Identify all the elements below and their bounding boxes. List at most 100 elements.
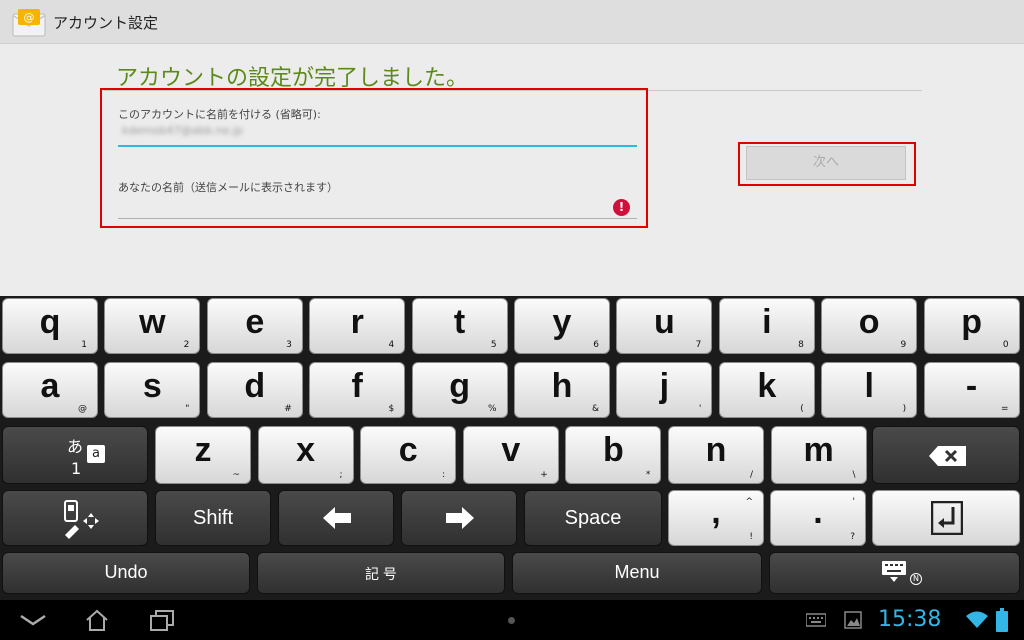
key-sub-label: @ (78, 404, 87, 414)
enter-key[interactable] (872, 490, 1020, 546)
account-setup-panel: アカウントの設定が完了しました。 このアカウントに名前を付ける (省略可): k… (0, 44, 1024, 296)
key-q[interactable]: q1 (2, 298, 98, 354)
undo-key[interactable]: Undo (2, 552, 250, 594)
arrow-left-icon (323, 507, 351, 529)
clock: 15:38 (878, 607, 942, 632)
next-highlight-box (738, 142, 916, 186)
key-r[interactable]: r4 (309, 298, 406, 354)
key-sub-label: / (749, 470, 753, 480)
period-sub: ? (850, 532, 855, 542)
phone-cursor-icon (64, 500, 99, 539)
key-sub-label: # (284, 404, 292, 414)
ime-badge: N (910, 573, 922, 585)
key-main-label: f (351, 367, 363, 405)
mode-kana: あ (67, 437, 84, 456)
key-i[interactable]: i8 (718, 298, 815, 354)
form-highlight-box (100, 88, 648, 228)
recent-apps-icon[interactable] (150, 609, 174, 631)
image-icon (844, 611, 862, 629)
backspace-key[interactable] (872, 426, 1020, 484)
key-sub-label: ' (698, 404, 702, 414)
shift-key[interactable]: Shift (155, 490, 271, 546)
key-sub-label: 9 (900, 340, 907, 350)
key-x[interactable]: x; (257, 426, 354, 484)
system-nav-bar: 15:38 (0, 600, 1024, 640)
comma-key[interactable]: , ^ ! (668, 490, 764, 546)
undo-label: Undo (104, 562, 148, 582)
key-main-label: e (245, 303, 265, 341)
key-main-label: z (194, 431, 212, 469)
battery-icon (996, 608, 1008, 632)
mode-alpha: a (87, 445, 105, 463)
wifi-icon (966, 611, 988, 628)
home-icon[interactable] (86, 609, 108, 631)
key-o[interactable]: o9 (821, 298, 918, 354)
key-j[interactable]: j ' (616, 362, 713, 418)
key-m[interactable]: m \ (770, 426, 867, 484)
key-sub-label: % (488, 404, 497, 414)
key-main-label: u (654, 303, 675, 341)
key-n[interactable]: n / (668, 426, 764, 484)
key-main-label: w (139, 303, 166, 341)
email-app-icon[interactable]: @ (12, 8, 46, 38)
key-f[interactable]: f $ (309, 362, 406, 418)
key-v[interactable]: v + (462, 426, 559, 484)
backspace-icon (929, 446, 966, 466)
key-hyphen[interactable]: - = (923, 362, 1020, 418)
key-c[interactable]: c: (360, 426, 457, 484)
key-h[interactable]: h & (514, 362, 610, 418)
key-main-label: a (40, 367, 60, 405)
svg-text:@: @ (24, 11, 35, 24)
key-k[interactable]: k( (718, 362, 815, 418)
arrow-right-icon (446, 507, 474, 529)
key-sub-label: ~ (232, 470, 240, 480)
key-sub-label: ) (902, 404, 907, 414)
key-t[interactable]: t5 (411, 298, 508, 354)
symbols-key[interactable]: 記 号 (257, 552, 505, 594)
period-top: ' (852, 497, 855, 507)
keyboard-icon (882, 561, 906, 582)
back-icon[interactable] (20, 614, 46, 626)
cursor-right-key[interactable] (401, 490, 517, 546)
key-sub-label: 0 (1002, 340, 1009, 350)
key-sub-label: $ (388, 404, 395, 414)
key-sub-label: \ (852, 470, 856, 480)
key-e[interactable]: e3 (206, 298, 303, 354)
key-sub-label: = (1001, 404, 1009, 414)
comma-top: ^ (745, 497, 753, 507)
input-mode-key[interactable]: あ 1 a (2, 426, 148, 484)
title-bar: @ アカウント設定 (0, 0, 1024, 44)
key-main-label: n (705, 431, 727, 469)
key-s[interactable]: s " (104, 362, 201, 418)
key-z[interactable]: z ~ (155, 426, 251, 484)
shift-label: Shift (192, 507, 234, 529)
key-sub-label: ( (800, 404, 804, 414)
key-d[interactable]: d # (206, 362, 303, 418)
key-y[interactable]: y6 (514, 298, 610, 354)
key-g[interactable]: g% (411, 362, 508, 418)
key-main-label: p (961, 303, 982, 341)
key-a[interactable]: a @ (2, 362, 98, 418)
soft-keyboard: q1w2e3r4t5y6u7i8o9p0 a @ s " d # f $ g% h & j ' k(l) -… (0, 296, 1024, 600)
key-main-label: c (398, 431, 418, 469)
key-main-label: o (858, 303, 880, 341)
key-main-label: q (39, 303, 61, 341)
emoji-tool-key[interactable] (2, 490, 148, 546)
key-p[interactable]: p0 (923, 298, 1020, 354)
key-main-label: y (552, 303, 572, 341)
key-main-label: i (762, 303, 772, 341)
key-l[interactable]: l) (821, 362, 918, 418)
period-main: . (813, 493, 823, 531)
space-key[interactable]: Space (524, 490, 662, 546)
key-main-label: m (803, 431, 834, 469)
period-key[interactable]: . ' ? (770, 490, 866, 546)
key-b[interactable]: b * (565, 426, 662, 484)
key-sub-label: * (645, 470, 651, 480)
comma-sub: ! (749, 532, 753, 542)
menu-key[interactable]: Menu (512, 552, 762, 594)
key-main-label: b (603, 431, 624, 469)
key-u[interactable]: u7 (616, 298, 713, 354)
key-w[interactable]: w2 (104, 298, 201, 354)
cursor-left-key[interactable] (278, 490, 394, 546)
hide-keyboard-key[interactable]: N (769, 552, 1020, 594)
